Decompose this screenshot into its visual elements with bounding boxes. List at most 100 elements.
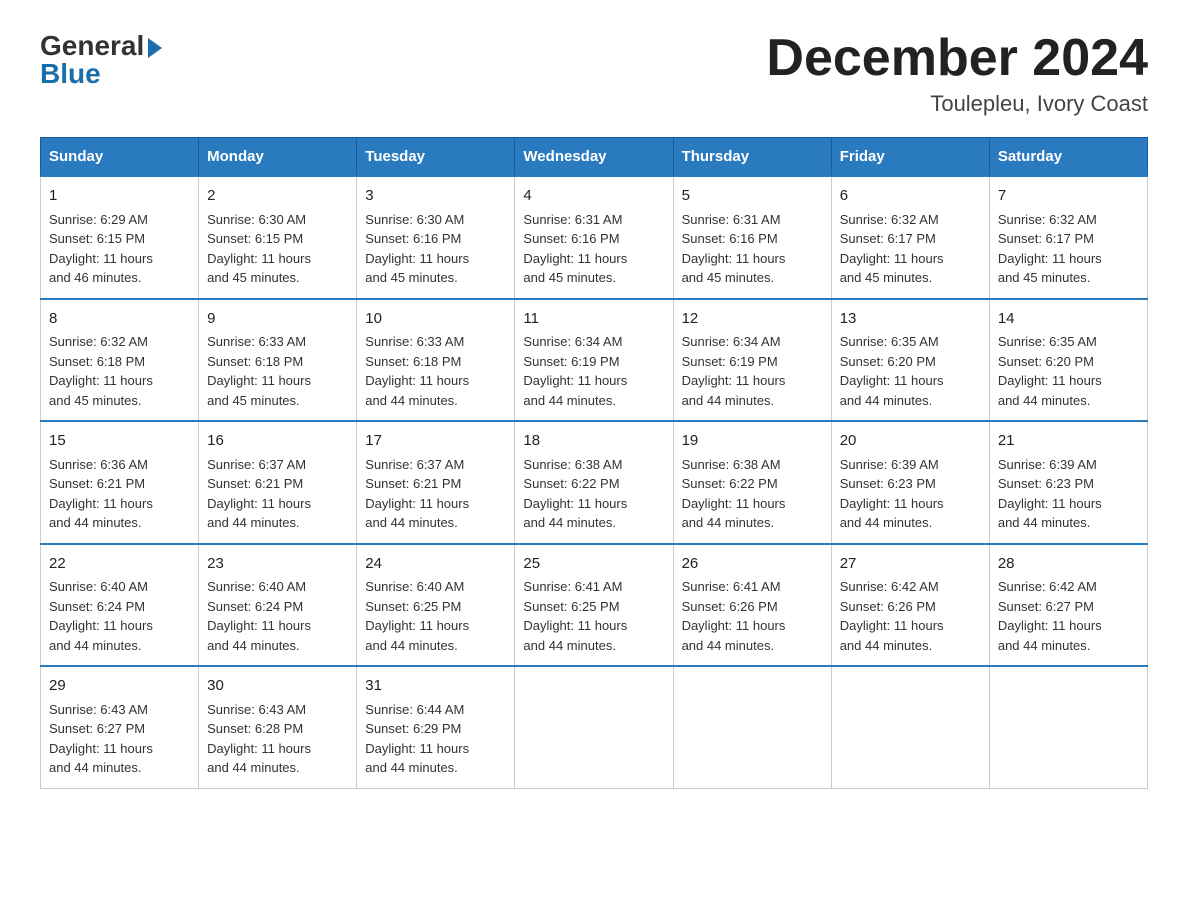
day-info: Sunrise: 6:29 AMSunset: 6:15 PMDaylight:… [49, 212, 153, 286]
day-info: Sunrise: 6:38 AMSunset: 6:22 PMDaylight:… [682, 457, 786, 531]
day-info: Sunrise: 6:40 AMSunset: 6:24 PMDaylight:… [49, 579, 153, 653]
location-title: Toulepleu, Ivory Coast [766, 91, 1148, 117]
table-row: 20 Sunrise: 6:39 AMSunset: 6:23 PMDaylig… [831, 421, 989, 544]
table-row: 26 Sunrise: 6:41 AMSunset: 6:26 PMDaylig… [673, 544, 831, 667]
col-sunday: Sunday [41, 138, 199, 177]
table-row: 3 Sunrise: 6:30 AMSunset: 6:16 PMDayligh… [357, 176, 515, 299]
table-row: 16 Sunrise: 6:37 AMSunset: 6:21 PMDaylig… [199, 421, 357, 544]
day-info: Sunrise: 6:32 AMSunset: 6:17 PMDaylight:… [840, 212, 944, 286]
calendar-week-row: 8 Sunrise: 6:32 AMSunset: 6:18 PMDayligh… [41, 299, 1148, 422]
col-thursday: Thursday [673, 138, 831, 177]
day-info: Sunrise: 6:35 AMSunset: 6:20 PMDaylight:… [998, 334, 1102, 408]
day-number: 3 [365, 185, 506, 208]
table-row [989, 666, 1147, 788]
day-number: 22 [49, 553, 190, 576]
table-row: 12 Sunrise: 6:34 AMSunset: 6:19 PMDaylig… [673, 299, 831, 422]
day-number: 21 [998, 430, 1139, 453]
day-info: Sunrise: 6:37 AMSunset: 6:21 PMDaylight:… [365, 457, 469, 531]
day-info: Sunrise: 6:39 AMSunset: 6:23 PMDaylight:… [840, 457, 944, 531]
table-row: 21 Sunrise: 6:39 AMSunset: 6:23 PMDaylig… [989, 421, 1147, 544]
day-number: 9 [207, 308, 348, 331]
day-number: 4 [523, 185, 664, 208]
day-number: 6 [840, 185, 981, 208]
day-number: 26 [682, 553, 823, 576]
table-row: 27 Sunrise: 6:42 AMSunset: 6:26 PMDaylig… [831, 544, 989, 667]
day-number: 19 [682, 430, 823, 453]
col-saturday: Saturday [989, 138, 1147, 177]
table-row: 10 Sunrise: 6:33 AMSunset: 6:18 PMDaylig… [357, 299, 515, 422]
day-number: 10 [365, 308, 506, 331]
col-tuesday: Tuesday [357, 138, 515, 177]
table-row: 11 Sunrise: 6:34 AMSunset: 6:19 PMDaylig… [515, 299, 673, 422]
table-row: 5 Sunrise: 6:31 AMSunset: 6:16 PMDayligh… [673, 176, 831, 299]
day-number: 15 [49, 430, 190, 453]
table-row: 28 Sunrise: 6:42 AMSunset: 6:27 PMDaylig… [989, 544, 1147, 667]
logo-blue-text: Blue [40, 58, 101, 90]
day-number: 7 [998, 185, 1139, 208]
day-number: 28 [998, 553, 1139, 576]
day-info: Sunrise: 6:34 AMSunset: 6:19 PMDaylight:… [682, 334, 786, 408]
day-number: 1 [49, 185, 190, 208]
day-number: 30 [207, 675, 348, 698]
col-monday: Monday [199, 138, 357, 177]
day-info: Sunrise: 6:33 AMSunset: 6:18 PMDaylight:… [365, 334, 469, 408]
table-row: 29 Sunrise: 6:43 AMSunset: 6:27 PMDaylig… [41, 666, 199, 788]
table-row: 17 Sunrise: 6:37 AMSunset: 6:21 PMDaylig… [357, 421, 515, 544]
day-info: Sunrise: 6:43 AMSunset: 6:27 PMDaylight:… [49, 702, 153, 776]
table-row: 2 Sunrise: 6:30 AMSunset: 6:15 PMDayligh… [199, 176, 357, 299]
day-number: 5 [682, 185, 823, 208]
table-row: 4 Sunrise: 6:31 AMSunset: 6:16 PMDayligh… [515, 176, 673, 299]
day-info: Sunrise: 6:30 AMSunset: 6:15 PMDaylight:… [207, 212, 311, 286]
table-row: 13 Sunrise: 6:35 AMSunset: 6:20 PMDaylig… [831, 299, 989, 422]
day-number: 17 [365, 430, 506, 453]
day-number: 8 [49, 308, 190, 331]
calendar-week-row: 15 Sunrise: 6:36 AMSunset: 6:21 PMDaylig… [41, 421, 1148, 544]
day-info: Sunrise: 6:31 AMSunset: 6:16 PMDaylight:… [682, 212, 786, 286]
calendar-week-row: 1 Sunrise: 6:29 AMSunset: 6:15 PMDayligh… [41, 176, 1148, 299]
day-info: Sunrise: 6:34 AMSunset: 6:19 PMDaylight:… [523, 334, 627, 408]
day-info: Sunrise: 6:36 AMSunset: 6:21 PMDaylight:… [49, 457, 153, 531]
day-info: Sunrise: 6:30 AMSunset: 6:16 PMDaylight:… [365, 212, 469, 286]
table-row: 18 Sunrise: 6:38 AMSunset: 6:22 PMDaylig… [515, 421, 673, 544]
table-row [515, 666, 673, 788]
day-number: 25 [523, 553, 664, 576]
day-info: Sunrise: 6:42 AMSunset: 6:26 PMDaylight:… [840, 579, 944, 653]
calendar-header-row: Sunday Monday Tuesday Wednesday Thursday… [41, 138, 1148, 177]
day-info: Sunrise: 6:32 AMSunset: 6:18 PMDaylight:… [49, 334, 153, 408]
day-info: Sunrise: 6:37 AMSunset: 6:21 PMDaylight:… [207, 457, 311, 531]
table-row [673, 666, 831, 788]
table-row: 9 Sunrise: 6:33 AMSunset: 6:18 PMDayligh… [199, 299, 357, 422]
month-title: December 2024 [766, 30, 1148, 87]
table-row: 24 Sunrise: 6:40 AMSunset: 6:25 PMDaylig… [357, 544, 515, 667]
day-number: 12 [682, 308, 823, 331]
day-info: Sunrise: 6:42 AMSunset: 6:27 PMDaylight:… [998, 579, 1102, 653]
day-number: 14 [998, 308, 1139, 331]
day-info: Sunrise: 6:38 AMSunset: 6:22 PMDaylight:… [523, 457, 627, 531]
day-info: Sunrise: 6:41 AMSunset: 6:25 PMDaylight:… [523, 579, 627, 653]
table-row: 31 Sunrise: 6:44 AMSunset: 6:29 PMDaylig… [357, 666, 515, 788]
day-number: 18 [523, 430, 664, 453]
day-info: Sunrise: 6:40 AMSunset: 6:24 PMDaylight:… [207, 579, 311, 653]
table-row: 1 Sunrise: 6:29 AMSunset: 6:15 PMDayligh… [41, 176, 199, 299]
day-number: 13 [840, 308, 981, 331]
logo-arrow-icon [148, 38, 162, 58]
table-row: 8 Sunrise: 6:32 AMSunset: 6:18 PMDayligh… [41, 299, 199, 422]
table-row: 6 Sunrise: 6:32 AMSunset: 6:17 PMDayligh… [831, 176, 989, 299]
calendar-week-row: 29 Sunrise: 6:43 AMSunset: 6:27 PMDaylig… [41, 666, 1148, 788]
day-number: 16 [207, 430, 348, 453]
table-row: 22 Sunrise: 6:40 AMSunset: 6:24 PMDaylig… [41, 544, 199, 667]
day-info: Sunrise: 6:44 AMSunset: 6:29 PMDaylight:… [365, 702, 469, 776]
col-friday: Friday [831, 138, 989, 177]
table-row: 14 Sunrise: 6:35 AMSunset: 6:20 PMDaylig… [989, 299, 1147, 422]
calendar-table: Sunday Monday Tuesday Wednesday Thursday… [40, 137, 1148, 789]
table-row: 7 Sunrise: 6:32 AMSunset: 6:17 PMDayligh… [989, 176, 1147, 299]
table-row: 30 Sunrise: 6:43 AMSunset: 6:28 PMDaylig… [199, 666, 357, 788]
logo: General Blue [40, 30, 162, 90]
day-number: 11 [523, 308, 664, 331]
table-row: 25 Sunrise: 6:41 AMSunset: 6:25 PMDaylig… [515, 544, 673, 667]
calendar-week-row: 22 Sunrise: 6:40 AMSunset: 6:24 PMDaylig… [41, 544, 1148, 667]
day-number: 31 [365, 675, 506, 698]
table-row [831, 666, 989, 788]
day-number: 24 [365, 553, 506, 576]
day-number: 29 [49, 675, 190, 698]
